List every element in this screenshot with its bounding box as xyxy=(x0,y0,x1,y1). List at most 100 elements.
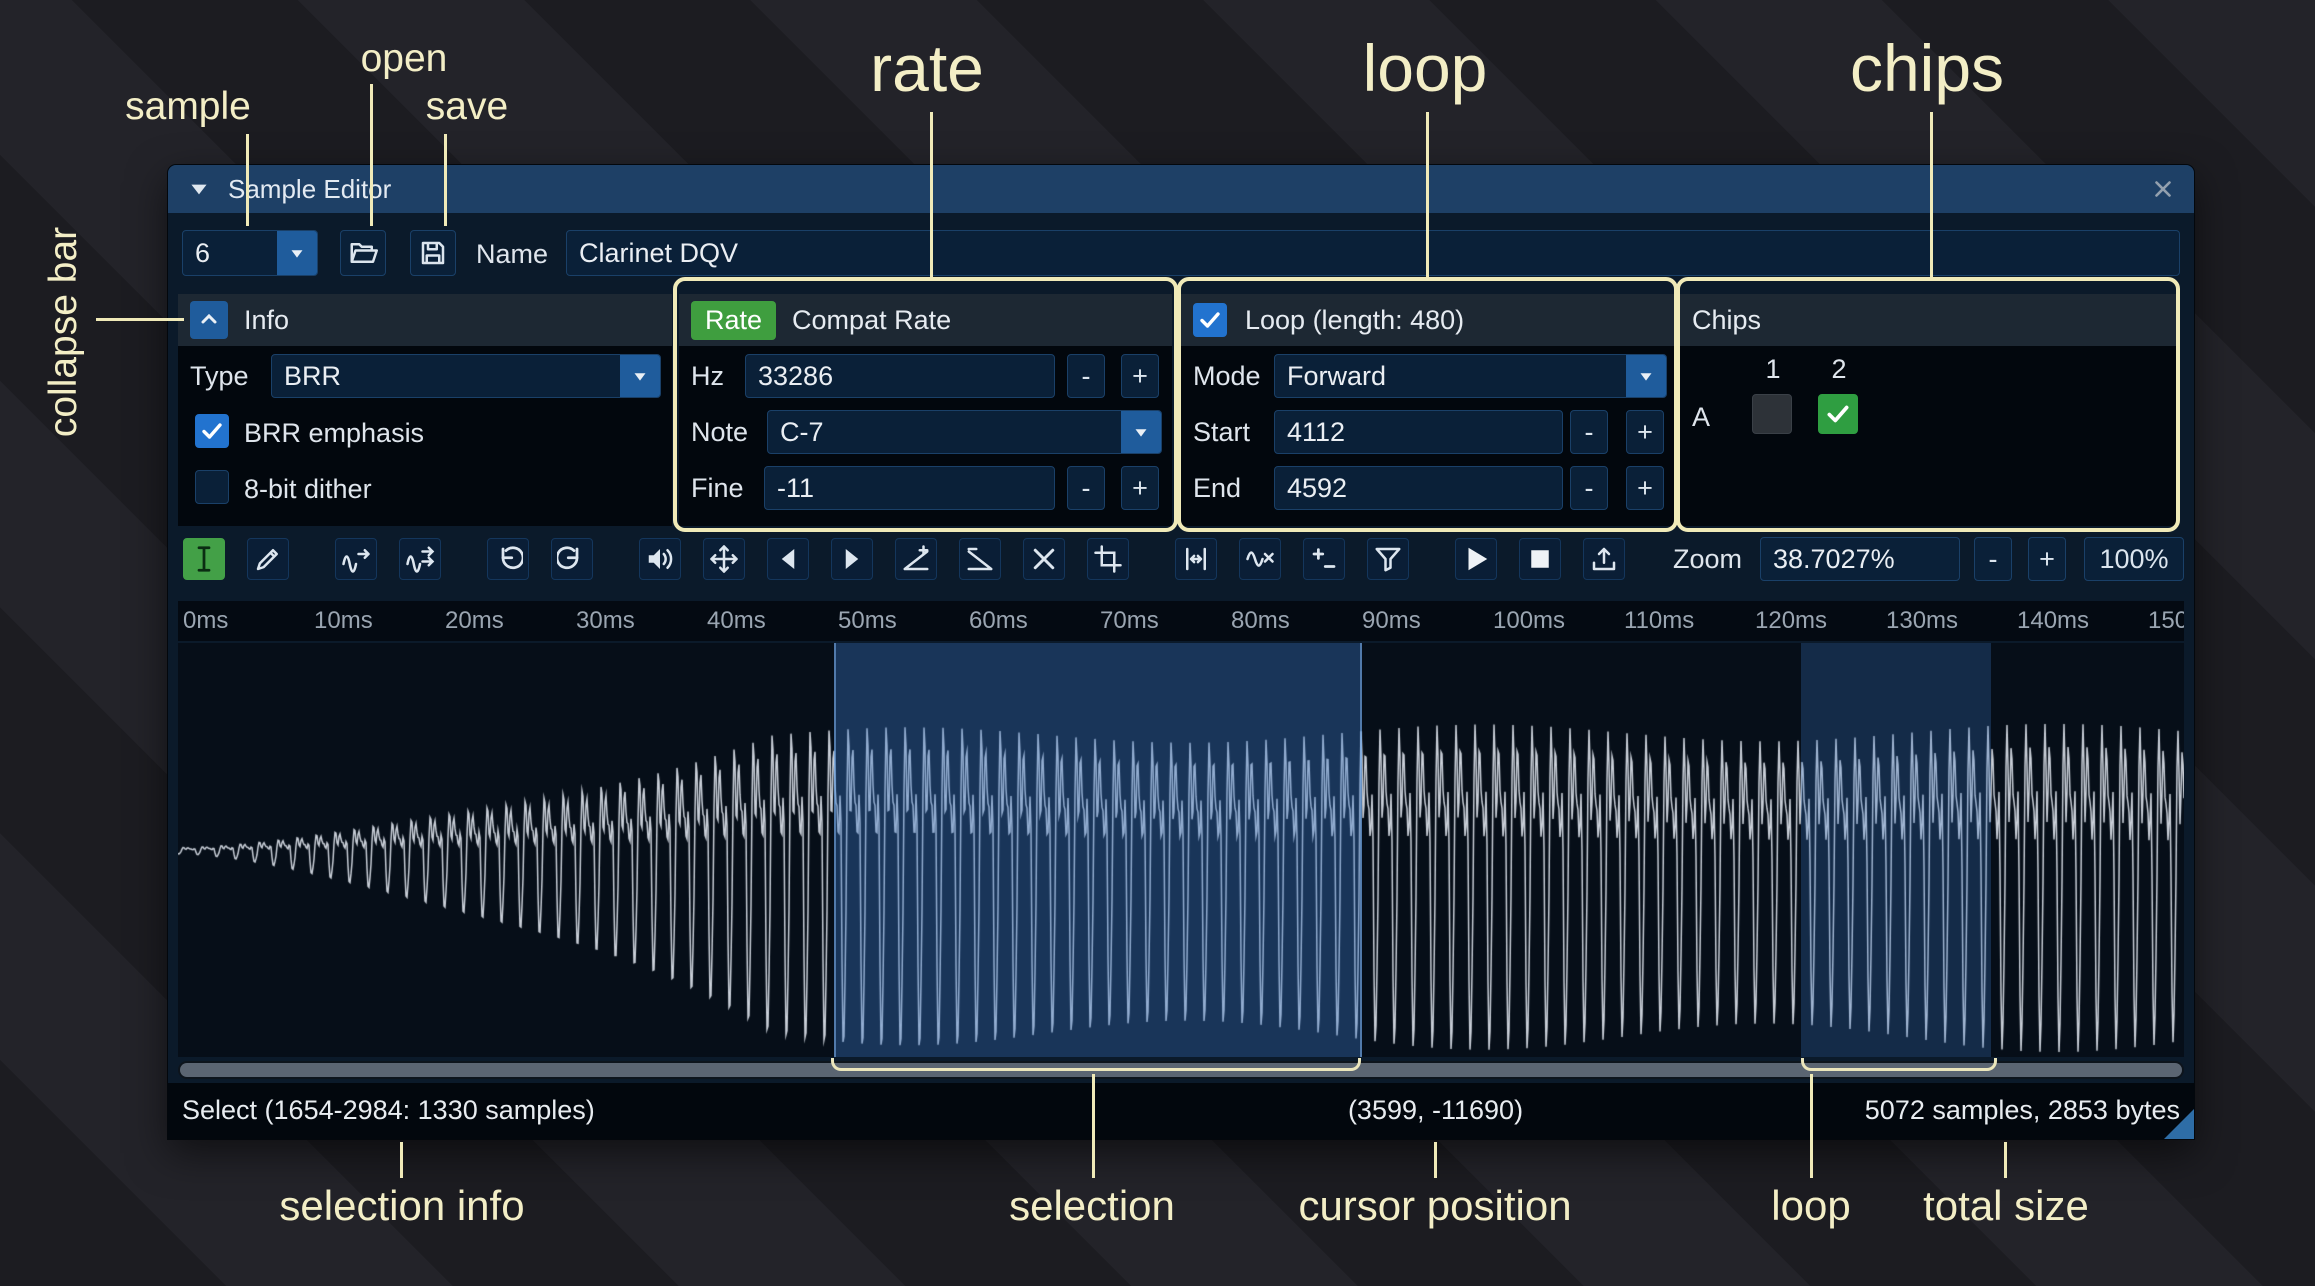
edit-mode-button[interactable] xyxy=(183,538,225,580)
tick-label: 110ms xyxy=(1624,607,1694,635)
annotation-sample-label: sample xyxy=(125,85,251,129)
annotation-line xyxy=(1434,1142,1437,1178)
preview-stop-button[interactable] xyxy=(1519,538,1561,580)
hz-minus-button[interactable]: - xyxy=(1067,354,1105,398)
sample-slot-select[interactable]: 6 xyxy=(182,230,318,276)
fine-input[interactable]: -11 xyxy=(764,466,1055,510)
timeline-ruler[interactable]: 0ms 10ms 20ms 30ms 40ms 50ms 60ms 70ms 8… xyxy=(178,601,2184,641)
annotation-selection-info-label: selection info xyxy=(279,1182,524,1230)
wave-arrow-icon xyxy=(341,544,371,574)
fine-plus-button[interactable]: + xyxy=(1121,466,1159,510)
annotation-loop-label: loop xyxy=(1363,30,1488,106)
x-cross-icon xyxy=(1029,544,1059,574)
preview-play-button[interactable] xyxy=(1455,538,1497,580)
chip-2-checkbox[interactable] xyxy=(1818,394,1858,434)
sample-type-select[interactable]: BRR xyxy=(271,354,661,398)
hz-plus-button[interactable]: + xyxy=(1121,354,1159,398)
wave-x-icon xyxy=(1245,544,1275,574)
fade-in-icon xyxy=(901,544,931,574)
loop-mode-select[interactable]: Forward xyxy=(1274,354,1667,398)
resize-button[interactable] xyxy=(335,538,377,580)
titlebar[interactable]: Sample Editor xyxy=(168,165,2194,213)
draw-mode-button[interactable] xyxy=(247,538,289,580)
brr-emphasis-checkbox[interactable] xyxy=(195,414,229,448)
stop-icon xyxy=(1525,544,1555,574)
chevron-down-icon[interactable] xyxy=(1626,355,1666,397)
status-bar: Select (1654-2984: 1330 samples) (3599, … xyxy=(168,1083,2194,1139)
chevron-up-icon xyxy=(197,308,221,332)
chip-column-2: 2 xyxy=(1818,354,1860,385)
scrollbar-handle[interactable] xyxy=(180,1063,2182,1077)
fade-out-icon xyxy=(965,544,995,574)
zoom-reset-button[interactable]: 100% xyxy=(2084,537,2184,581)
undo-button[interactable] xyxy=(487,538,529,580)
tick-label: 130ms xyxy=(1886,607,1958,635)
undo-icon xyxy=(493,544,523,574)
window-collapse-icon[interactable] xyxy=(186,176,212,202)
hz-input[interactable]: 33286 xyxy=(745,354,1055,398)
annotation-rate-label: rate xyxy=(870,30,984,106)
save-sample-button[interactable] xyxy=(410,230,456,276)
check-icon xyxy=(200,419,224,443)
sample-name-input[interactable]: Clarinet DQV xyxy=(566,230,2180,276)
loop-end-plus-button[interactable]: + xyxy=(1626,466,1664,510)
crop-icon xyxy=(1093,544,1123,574)
loop-start-minus-button[interactable]: - xyxy=(1570,410,1608,454)
loop-enable-checkbox[interactable] xyxy=(1193,303,1227,337)
chevron-down-icon[interactable] xyxy=(1121,411,1161,453)
fade-out-button[interactable] xyxy=(959,538,1001,580)
loop-start-plus-button[interactable]: + xyxy=(1626,410,1664,454)
mode-label: Mode xyxy=(1193,361,1261,392)
filter-button[interactable] xyxy=(1367,538,1409,580)
note-select[interactable]: C-7 xyxy=(767,410,1162,454)
create-instrument-button[interactable] xyxy=(1583,538,1625,580)
sample-name-value: Clarinet DQV xyxy=(579,238,738,269)
chip-1-checkbox[interactable] xyxy=(1752,394,1792,434)
trim-button[interactable] xyxy=(1087,538,1129,580)
chip-row-a: A xyxy=(1692,402,1710,433)
chevron-down-icon[interactable] xyxy=(277,231,317,275)
zoom-value-input[interactable]: 38.7027% xyxy=(1760,537,1960,581)
tick-label: 100ms xyxy=(1493,607,1565,635)
zoom-out-button[interactable]: - xyxy=(1974,537,2012,581)
normalize-button[interactable] xyxy=(703,538,745,580)
sample-editor-window: Sample Editor 6 Name Clarinet DQV xyxy=(168,165,2194,1139)
loop-end-input[interactable]: 4592 xyxy=(1274,466,1563,510)
annotation-selection-label: selection xyxy=(1009,1182,1175,1230)
silence-button[interactable] xyxy=(1023,538,1065,580)
rate-badge-button[interactable]: Rate xyxy=(691,301,776,340)
loop-start-input[interactable]: 4112 xyxy=(1274,410,1563,454)
resample-button[interactable] xyxy=(399,538,441,580)
waveform-view[interactable] xyxy=(178,643,2184,1057)
tick-label: 140ms xyxy=(2017,607,2089,635)
filter-icon xyxy=(1373,544,1403,574)
redo-button[interactable] xyxy=(551,538,593,580)
amplify-button[interactable] xyxy=(639,538,681,580)
loop-end-label: End xyxy=(1193,473,1241,504)
reverse-button[interactable] xyxy=(767,538,809,580)
chevron-down-icon[interactable] xyxy=(620,355,660,397)
redo-icon xyxy=(557,544,587,574)
waveform-scrollbar[interactable] xyxy=(178,1061,2184,1079)
insert-silence-button[interactable] xyxy=(1175,538,1217,580)
loop-start-label: Start xyxy=(1193,417,1250,448)
fade-in-button[interactable] xyxy=(895,538,937,580)
triangle-right-icon xyxy=(837,544,867,574)
fine-label: Fine xyxy=(691,473,744,504)
adjust-button[interactable] xyxy=(1303,538,1345,580)
open-sample-button[interactable] xyxy=(340,230,386,276)
8bit-dither-checkbox[interactable] xyxy=(195,470,229,504)
rate-section: Rate Compat Rate Hz 33286 - + Note C-7 F… xyxy=(679,294,1172,526)
close-icon[interactable] xyxy=(2150,176,2176,202)
invert-button[interactable] xyxy=(831,538,873,580)
zoom-in-button[interactable]: + xyxy=(2028,537,2066,581)
screenshot-stage: Sample Editor 6 Name Clarinet DQV xyxy=(0,0,2315,1286)
tick-label: 30ms xyxy=(576,607,635,635)
tick-label: 70ms xyxy=(1100,607,1159,635)
loop-end-minus-button[interactable]: - xyxy=(1570,466,1608,510)
window-title: Sample Editor xyxy=(228,174,391,205)
apply-silence-button[interactable] xyxy=(1239,538,1281,580)
fine-minus-button[interactable]: - xyxy=(1067,466,1105,510)
resize-grip[interactable] xyxy=(2164,1109,2194,1139)
info-collapse-button[interactable] xyxy=(190,301,228,339)
